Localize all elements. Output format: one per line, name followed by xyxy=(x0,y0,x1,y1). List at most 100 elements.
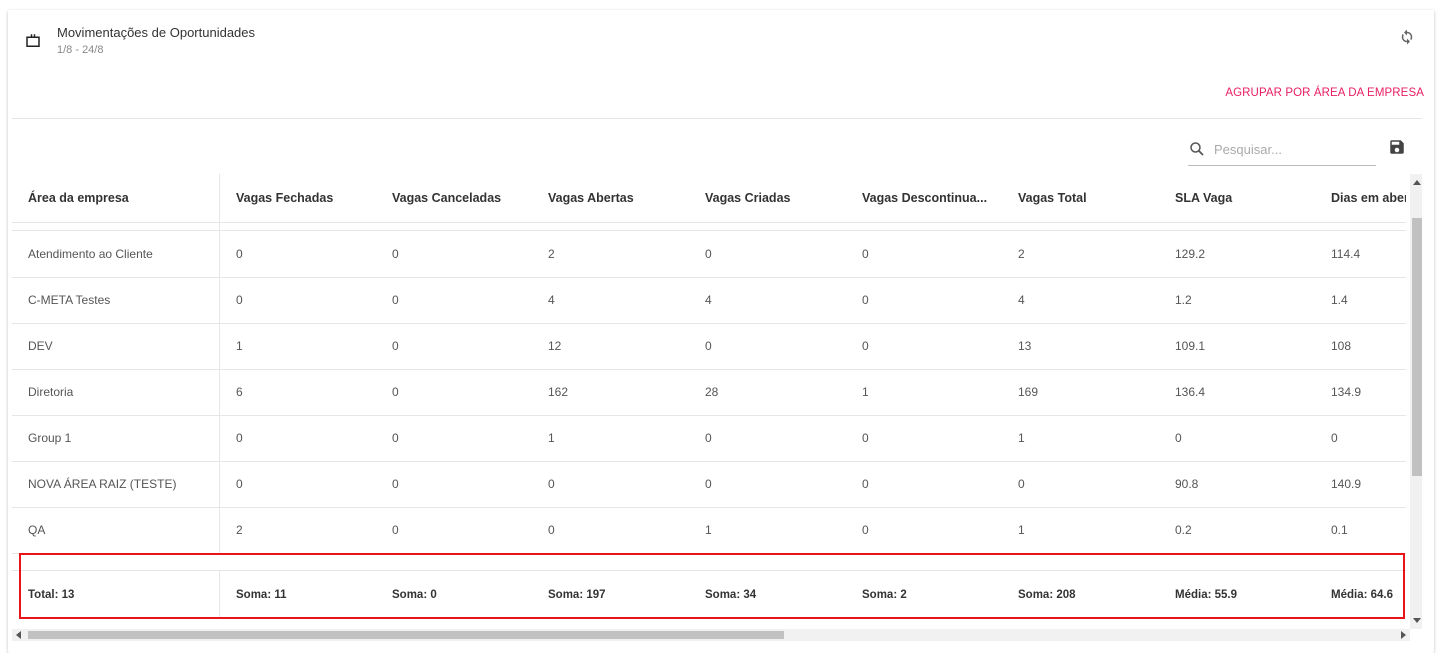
table-row[interactable]: C-META Testes 0 0 4 4 0 4 1.2 1.4 xyxy=(12,277,1406,324)
horizontal-scrollbar[interactable] xyxy=(12,629,1410,641)
table-cell: 2 xyxy=(1018,247,1025,261)
table-cell: 1 xyxy=(1018,431,1025,445)
table-cell: 0 xyxy=(548,523,555,537)
table-cell: 0 xyxy=(862,293,869,307)
table-cell: 0 xyxy=(705,431,712,445)
column-header[interactable]: Dias em aberto xyxy=(1315,174,1406,222)
table-cell: 2 xyxy=(548,247,555,261)
search-icon xyxy=(1190,142,1204,156)
scroll-up-arrow-icon[interactable] xyxy=(1413,180,1421,185)
table-cell: 28 xyxy=(705,385,719,399)
card-header: Movimentações de Oportunidades 1/8 - 24/… xyxy=(8,10,1434,70)
column-header[interactable]: SLA Vaga xyxy=(1159,174,1315,222)
table-cell: 0 xyxy=(862,431,869,445)
table-cell: 0.2 xyxy=(1175,523,1192,537)
table-cell: Group 1 xyxy=(12,415,220,461)
table-cell: 0 xyxy=(862,247,869,261)
table-row[interactable]: Atendimento ao Cliente 0 0 2 0 0 2 129.2… xyxy=(12,231,1406,278)
search-input[interactable] xyxy=(1214,139,1372,159)
table-cell: NOVA ÁREA RAIZ (TESTE) xyxy=(12,461,220,507)
footer-aggregate: Soma: 208 xyxy=(1018,589,1076,601)
table-cell: 0 xyxy=(392,339,399,353)
data-table: Área da empresa Vagas Fechadas Vagas Can… xyxy=(12,118,1422,641)
table-cell: 90.8 xyxy=(1175,477,1199,491)
horizontal-scroll-thumb[interactable] xyxy=(28,631,784,639)
scroll-down-arrow-icon[interactable] xyxy=(1413,618,1421,623)
table-cell: 0 xyxy=(236,477,243,491)
table-cell: 13 xyxy=(1018,339,1032,353)
table-footer-row: Total: 13 Soma: 11 Soma: 0 Soma: 197 Som… xyxy=(12,570,1406,619)
vertical-scrollbar[interactable] xyxy=(1410,174,1422,629)
table-cell: C-META Testes xyxy=(12,277,220,323)
table-cell: 0 xyxy=(236,293,243,307)
table-row[interactable]: NOVA ÁREA RAIZ (TESTE) 0 0 0 0 0 0 90.8 … xyxy=(12,461,1406,508)
table-row[interactable]: DEV 1 0 12 0 0 13 109.1 108 xyxy=(12,323,1406,370)
row-spacer xyxy=(12,222,1406,231)
footer-aggregate: Soma: 0 xyxy=(392,589,437,601)
table-cell: 4 xyxy=(705,293,712,307)
footer-total: Total: 13 xyxy=(12,571,220,619)
table-cell: 140.9 xyxy=(1331,477,1362,491)
table-row[interactable]: QA 2 0 0 1 0 1 0.2 0.1 xyxy=(12,507,1406,554)
date-range: 1/8 - 24/8 xyxy=(57,44,104,56)
table-header-row: Área da empresa Vagas Fechadas Vagas Can… xyxy=(12,174,1406,223)
column-header[interactable]: Vagas Abertas xyxy=(532,174,689,222)
refresh-icon[interactable] xyxy=(1398,28,1416,46)
column-header[interactable]: Vagas Total xyxy=(1002,174,1159,222)
table-cell: 1 xyxy=(862,385,869,399)
table-cell: 0 xyxy=(236,247,243,261)
table-cell: 0 xyxy=(392,523,399,537)
table-cell: Atendimento ao Cliente xyxy=(12,231,220,277)
table-cell: 114.4 xyxy=(1331,247,1361,261)
table-cell: 2 xyxy=(236,523,243,537)
footer-aggregate: Soma: 197 xyxy=(548,589,606,601)
table-cell: 0 xyxy=(705,339,712,353)
table-row[interactable]: Diretoria 6 0 162 28 1 169 136.4 134.9 xyxy=(12,369,1406,416)
column-header[interactable]: Vagas Fechadas xyxy=(220,174,376,222)
table-row[interactable]: Group 1 0 0 1 0 0 1 0 0 xyxy=(12,415,1406,462)
table-cell: 1 xyxy=(705,523,712,537)
table-cell: 0 xyxy=(1331,431,1338,445)
page-title: Movimentações de Oportunidades xyxy=(57,25,256,40)
table-cell: 0 xyxy=(862,477,869,491)
scroll-left-arrow-icon[interactable] xyxy=(16,631,21,639)
table-cell: 136.4 xyxy=(1175,385,1206,399)
table-cell: 0 xyxy=(1175,431,1182,445)
footer-aggregate: Soma: 34 xyxy=(705,589,757,601)
table-cell: 129.2 xyxy=(1175,247,1206,261)
table-cell: 0 xyxy=(236,431,243,445)
table-cell: 1.4 xyxy=(1331,293,1348,307)
table-cell: DEV xyxy=(12,323,220,369)
table-cell: 4 xyxy=(548,293,555,307)
table-cell: 4 xyxy=(1018,293,1025,307)
table-cell: 0 xyxy=(392,293,399,307)
column-header[interactable]: Vagas Criadas xyxy=(689,174,846,222)
table-cell: Diretoria xyxy=(12,369,220,415)
report-card: Movimentações de Oportunidades 1/8 - 24/… xyxy=(8,10,1434,653)
column-header[interactable]: Vagas Canceladas xyxy=(376,174,532,222)
table-cell: 0 xyxy=(862,523,869,537)
table-cell: 169 xyxy=(1018,385,1039,399)
scroll-right-arrow-icon[interactable] xyxy=(1401,631,1406,639)
save-icon[interactable] xyxy=(1388,138,1406,156)
table-cell: 108 xyxy=(1331,339,1352,353)
table-cell: 162 xyxy=(548,385,569,399)
table-cell: 1 xyxy=(548,431,555,445)
briefcase-icon xyxy=(26,34,40,47)
table-cell: 1 xyxy=(1018,523,1025,537)
table-cell: 0 xyxy=(862,339,869,353)
search-box xyxy=(1188,135,1376,166)
group-by-area-button[interactable]: AGRUPAR POR ÁREA DA EMPRESA xyxy=(1225,87,1424,99)
table-cell: 0 xyxy=(1018,477,1025,491)
footer-aggregate: Soma: 2 xyxy=(862,589,907,601)
column-header[interactable]: Área da empresa xyxy=(12,174,220,222)
column-header[interactable]: Vagas Descontinua... xyxy=(846,174,1002,222)
table-cell: 0 xyxy=(705,247,712,261)
vertical-scroll-thumb[interactable] xyxy=(1412,218,1422,476)
table-cell: 109.1 xyxy=(1175,339,1206,353)
table-cell: 0 xyxy=(705,477,712,491)
table-cell: 0 xyxy=(392,477,399,491)
table-cell: 6 xyxy=(236,385,243,399)
table-cell: 0 xyxy=(392,385,399,399)
table-cell: 0 xyxy=(548,477,555,491)
